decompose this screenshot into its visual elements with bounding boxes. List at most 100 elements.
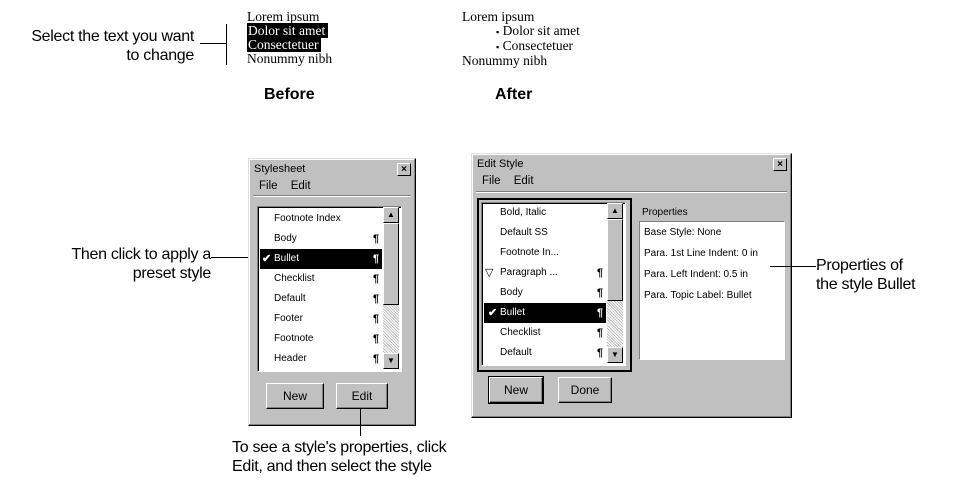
menu-divider [253, 195, 411, 197]
item-label: Footnote [274, 333, 314, 344]
list-item[interactable]: ▽ Paragraph ... ¶ [484, 263, 606, 283]
item-label: Body [500, 287, 523, 298]
before-caption: Before [264, 86, 315, 103]
scroll-down-icon[interactable]: ▼ [607, 347, 623, 363]
menu-divider [476, 191, 787, 193]
apply-style-callout: Then click to apply a preset style [40, 245, 211, 283]
edit-style-titlebar: Edit Style × [475, 157, 788, 171]
list-item[interactable]: Bold, Italic [484, 203, 606, 223]
style-list[interactable]: Footnote Index Body ¶ ✔ Bullet ¶ Checkli… [257, 206, 402, 372]
list-item[interactable]: Footnote ¶ [260, 329, 382, 349]
paragraph-icon: ¶ [597, 287, 604, 299]
check-icon: ✔ [488, 307, 498, 319]
paragraph-icon: ¶ [373, 333, 380, 345]
paragraph-icon: ¶ [597, 327, 604, 339]
after-sample: Lorem ipsum ▪ Dolor sit amet ▪ Consectet… [462, 10, 580, 68]
scrollbar[interactable]: ▲ ▼ [383, 207, 399, 369]
sample-line: Lorem ipsum [462, 9, 535, 24]
stylesheet-window: Stylesheet × File Edit Footnote Index Bo… [248, 158, 416, 426]
window-title: Stylesheet [254, 163, 306, 175]
selected-line: Consectetuer [247, 37, 322, 52]
paragraph-icon: ¶ [597, 307, 604, 319]
item-label: Bold, Italic [500, 207, 547, 218]
item-label: Default [500, 347, 532, 358]
callout-line: To see a style's properties, click [232, 439, 447, 456]
callout-line: to change [126, 47, 194, 64]
edit-style-window: Edit Style × File Edit Bold, Italic Defa… [471, 153, 792, 418]
edit-button[interactable]: Edit [336, 383, 388, 409]
bulleted-line: Consectetuer [502, 38, 574, 53]
paragraph-icon: ¶ [373, 313, 380, 325]
new-button[interactable]: New [266, 383, 324, 409]
list-item[interactable]: Footer ¶ [260, 309, 382, 329]
scroll-thumb[interactable] [383, 223, 399, 305]
item-label: Header [274, 353, 307, 364]
list-item[interactable]: Default SS [484, 223, 606, 243]
item-label: Paragraph ... [500, 267, 558, 278]
list-item[interactable]: Body ¶ [484, 283, 606, 303]
menu-edit[interactable]: Edit [514, 175, 534, 187]
list-item[interactable]: Header ¶ [260, 349, 382, 369]
new-button[interactable]: New [488, 376, 544, 404]
item-label: Default [274, 293, 306, 304]
close-icon[interactable]: × [773, 158, 787, 171]
list-item[interactable]: Footnote In... [484, 243, 606, 263]
callout-line: Edit, and then select the style [232, 458, 432, 475]
item-label: Bullet [274, 253, 300, 264]
list-item-selected[interactable]: ✔ Bullet ¶ [260, 249, 382, 269]
style-list[interactable]: Bold, Italic Default SS Footnote In... ▽… [481, 202, 626, 366]
scrollbar[interactable]: ▲ ▼ [607, 203, 623, 363]
leader-line [360, 408, 361, 436]
item-label: Footer [274, 313, 303, 324]
callout-line: preset style [132, 265, 212, 282]
done-button[interactable]: Done [558, 377, 612, 403]
item-label: Bullet [500, 307, 526, 318]
item-label: Footnote Index [274, 213, 341, 224]
paragraph-icon: ¶ [597, 267, 604, 279]
selected-line: Dolor sit amet [247, 23, 329, 38]
scroll-down-icon[interactable]: ▼ [383, 353, 399, 369]
callout-line: Properties of [816, 257, 903, 274]
check-icon: ✔ [262, 253, 272, 265]
bullet-icon: ▪ [496, 42, 500, 52]
expander-triangle-icon[interactable]: ▽ [485, 263, 493, 283]
item-label: Body [274, 233, 297, 244]
paragraph-icon: ¶ [373, 353, 380, 365]
select-text-callout: Select the text you want to change [10, 27, 194, 65]
scroll-up-icon[interactable]: ▲ [383, 207, 399, 223]
list-item[interactable]: Footnote Index [260, 209, 382, 229]
list-item-selected[interactable]: ✔ Bullet ¶ [484, 303, 606, 323]
paragraph-icon: ¶ [373, 253, 380, 265]
callout-line: Select the text you want [31, 28, 194, 45]
window-title: Edit Style [477, 158, 524, 170]
item-label: Footnote In... [500, 247, 559, 258]
property-line: Para. Left Indent: 0.5 in [644, 269, 748, 280]
paragraph-icon: ¶ [597, 347, 604, 359]
sample-line: Nonummy nibh [247, 51, 333, 66]
before-sample: Lorem ipsum Dolor sit amet Consectetuer … [247, 10, 332, 66]
property-line: Base Style: None [644, 227, 722, 238]
edit-style-menubar: File Edit [476, 173, 787, 189]
callout-line: Then click to apply a [71, 246, 211, 263]
leader-line [770, 266, 816, 267]
menu-edit[interactable]: Edit [291, 180, 311, 192]
menu-file[interactable]: File [482, 175, 501, 187]
scroll-thumb[interactable] [607, 219, 623, 301]
list-item[interactable]: Default ¶ [484, 343, 606, 363]
paragraph-icon: ¶ [373, 293, 380, 305]
list-item[interactable]: Checklist ¶ [260, 269, 382, 289]
callout-line: the style Bullet [816, 276, 916, 293]
sample-line: Lorem ipsum [247, 9, 320, 24]
stylesheet-titlebar: Stylesheet × [252, 162, 412, 176]
scroll-up-icon[interactable]: ▲ [607, 203, 623, 219]
paragraph-icon: ¶ [373, 233, 380, 245]
property-line: Para. 1st Line Indent: 0 in [644, 248, 758, 259]
close-icon[interactable]: × [397, 163, 411, 176]
list-item[interactable]: Checklist ¶ [484, 323, 606, 343]
list-item[interactable]: Body ¶ [260, 229, 382, 249]
paragraph-icon: ¶ [373, 273, 380, 285]
menu-file[interactable]: File [259, 180, 278, 192]
sample-line: Nonummy nibh [462, 53, 548, 68]
bulleted-line: Dolor sit amet [502, 23, 580, 38]
list-item[interactable]: Default ¶ [260, 289, 382, 309]
